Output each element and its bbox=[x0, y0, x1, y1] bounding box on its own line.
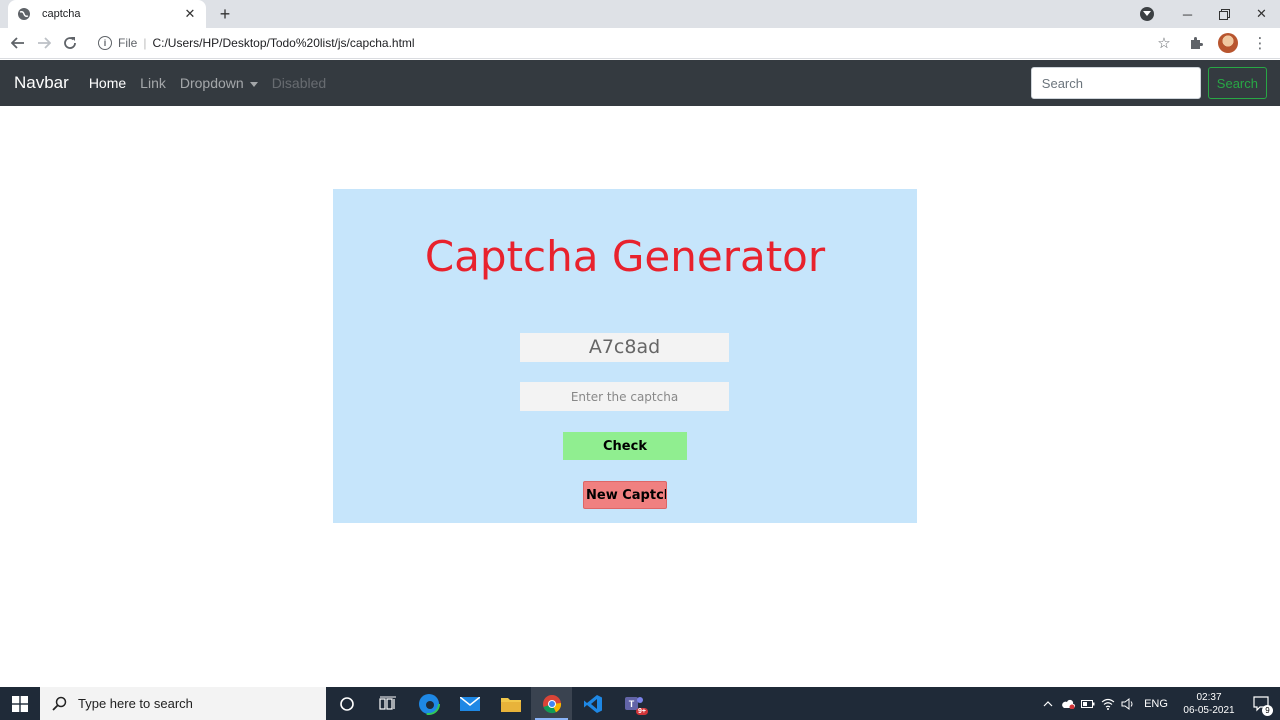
tab-title: captcha bbox=[42, 8, 81, 20]
language-indicator[interactable]: ENG bbox=[1138, 687, 1174, 720]
navbar-search-input[interactable] bbox=[1030, 67, 1201, 99]
mail-icon[interactable] bbox=[449, 687, 490, 720]
navbar-brand[interactable]: Navbar bbox=[14, 73, 69, 93]
cortana-icon[interactable] bbox=[326, 687, 367, 720]
notification-count: 9 bbox=[1262, 705, 1273, 716]
teams-badge: 9+ bbox=[636, 708, 648, 715]
system-tray: ENG 02:37 06-05-2021 9 bbox=[1038, 687, 1280, 720]
chevron-up-icon[interactable] bbox=[1038, 687, 1058, 720]
captcha-title: Captcha Generator bbox=[424, 232, 826, 281]
browser-toolbar: i File | C:/Users/HP/Desktop/Todo%20list… bbox=[0, 28, 1280, 59]
onedrive-icon[interactable] bbox=[1058, 687, 1078, 720]
taskbar: Type here to search T 9+ ENG 02:37 06-05… bbox=[0, 687, 1280, 720]
volume-icon[interactable] bbox=[1118, 687, 1138, 720]
captcha-input[interactable] bbox=[520, 382, 729, 411]
vscode-icon[interactable] bbox=[572, 687, 613, 720]
restore-icon[interactable] bbox=[1206, 0, 1243, 28]
tab-search-icon[interactable] bbox=[1140, 7, 1154, 21]
close-window-icon[interactable]: ✕ bbox=[1243, 0, 1280, 28]
new-tab-icon[interactable]: + bbox=[214, 4, 236, 24]
captcha-code-display: A7c8ad bbox=[520, 333, 729, 362]
teams-icon[interactable]: T 9+ bbox=[613, 687, 654, 720]
url-separator: | bbox=[143, 36, 147, 50]
extensions-icon[interactable] bbox=[1184, 31, 1208, 55]
new-captcha-button[interactable]: New Captcha bbox=[583, 481, 667, 509]
task-view-icon[interactable] bbox=[367, 687, 408, 720]
profile-avatar[interactable] bbox=[1216, 31, 1240, 55]
wifi-icon[interactable] bbox=[1098, 687, 1118, 720]
menu-kebab-icon[interactable]: ⋮ bbox=[1248, 31, 1272, 55]
address-bar[interactable]: i File | C:/Users/HP/Desktop/Todo%20list… bbox=[90, 31, 1190, 55]
forward-icon[interactable] bbox=[31, 30, 57, 56]
bookmark-star-icon[interactable]: ☆ bbox=[1152, 31, 1176, 55]
nav-link-dropdown[interactable]: Dropdown bbox=[180, 75, 258, 91]
url-text: C:/Users/HP/Desktop/Todo%20list/js/capch… bbox=[152, 36, 415, 50]
clock-date: 06-05-2021 bbox=[1183, 704, 1235, 716]
nav-link-home[interactable]: Home bbox=[89, 75, 126, 91]
reload-icon[interactable] bbox=[57, 30, 83, 56]
minimize-icon[interactable]: ─ bbox=[1169, 0, 1206, 28]
chrome-icon[interactable] bbox=[531, 687, 572, 720]
battery-icon[interactable] bbox=[1078, 687, 1098, 720]
navbar-search-form: Search bbox=[1030, 67, 1267, 99]
notification-center-icon[interactable]: 9 bbox=[1244, 687, 1280, 720]
nav-link-link[interactable]: Link bbox=[140, 75, 166, 91]
nav-link-disabled: Disabled bbox=[271, 75, 327, 91]
navbar-search-button[interactable]: Search bbox=[1207, 67, 1267, 99]
tab-close-icon[interactable]: ✕ bbox=[182, 6, 198, 22]
caret-down-icon bbox=[249, 81, 258, 87]
file-explorer-icon[interactable] bbox=[490, 687, 531, 720]
browser-tab[interactable]: captcha ✕ bbox=[8, 0, 206, 28]
info-icon[interactable]: i bbox=[98, 36, 112, 50]
taskbar-search-placeholder: Type here to search bbox=[78, 696, 193, 711]
taskbar-clock[interactable]: 02:37 06-05-2021 bbox=[1174, 691, 1244, 717]
svg-text:T: T bbox=[628, 699, 634, 709]
taskbar-search-box[interactable]: Type here to search bbox=[40, 687, 326, 720]
dropdown-label: Dropdown bbox=[179, 75, 244, 91]
back-icon[interactable] bbox=[5, 30, 31, 56]
edge-icon[interactable] bbox=[408, 687, 449, 720]
navbar: Navbar Home Link Dropdown Disabled Searc… bbox=[0, 60, 1280, 106]
windows-start-icon[interactable] bbox=[0, 687, 40, 720]
clock-time: 02:37 bbox=[1196, 691, 1222, 703]
tab-strip: captcha ✕ + ─ ✕ bbox=[0, 0, 1280, 28]
search-icon bbox=[52, 696, 67, 711]
check-button[interactable]: Check bbox=[563, 432, 687, 460]
url-scheme: File bbox=[118, 36, 138, 50]
globe-icon bbox=[16, 6, 32, 22]
